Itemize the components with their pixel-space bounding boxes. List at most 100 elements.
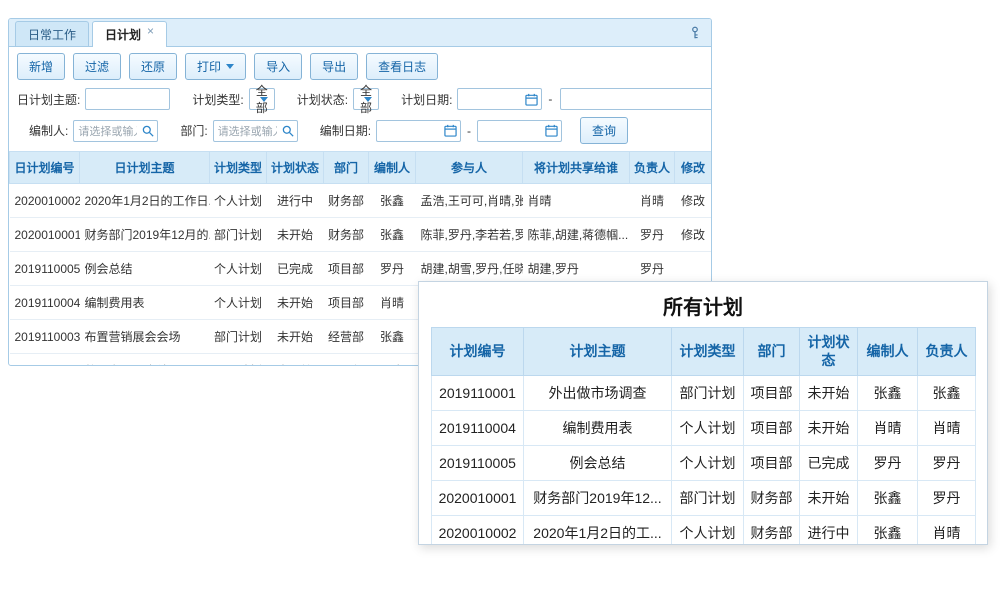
plan-id-link[interactable]: 2020010002 bbox=[10, 184, 80, 218]
filter-button[interactable]: 过滤 bbox=[73, 53, 121, 80]
plan-type-cell: 个人计划 bbox=[672, 446, 744, 481]
type-select[interactable]: 全部 bbox=[249, 88, 275, 110]
share-with-cell: 肖晴 bbox=[523, 184, 630, 218]
add-button[interactable]: 新增 bbox=[17, 53, 65, 80]
key-icon[interactable] bbox=[688, 26, 702, 45]
table-row[interactable]: 2020010002 2020年1月2日的工作日... 个人计划 进行中 财务部… bbox=[10, 184, 712, 218]
plan-subject-cell: 财务部门2019年12... bbox=[524, 481, 672, 516]
table-row[interactable]: 2019110005 例会总结 个人计划 项目部 已完成 罗丹 罗丹 bbox=[432, 446, 976, 481]
plan-status-cell: 未开始 bbox=[267, 218, 324, 252]
range-dash: - bbox=[548, 92, 552, 106]
plan-subject-link[interactable]: 2020年1月2日的工作日... bbox=[80, 184, 210, 218]
dept-cell: 项目部 bbox=[744, 411, 800, 446]
plan-id-cell: 2019110001 bbox=[432, 376, 524, 411]
plan-subject-link[interactable]: 编制费用表 bbox=[80, 286, 210, 320]
query-button[interactable]: 查询 bbox=[580, 117, 628, 144]
export-button[interactable]: 导出 bbox=[310, 53, 358, 80]
plan-id-cell: 2019110005 bbox=[432, 446, 524, 481]
col-plan-id: 日计划编号 bbox=[10, 152, 80, 184]
view-log-button[interactable]: 查看日志 bbox=[366, 53, 438, 80]
plan-status-cell: 未开始 bbox=[800, 376, 858, 411]
plan-subject-link[interactable]: 例会总结 bbox=[80, 252, 210, 286]
plan-id-link[interactable]: 2019110005 bbox=[10, 252, 80, 286]
dept-cell: 财务部 bbox=[744, 516, 800, 546]
plan-date-to-input[interactable] bbox=[560, 88, 712, 110]
table-row[interactable]: 2019110001 外出做市场调查 部门计划 项目部 未开始 张鑫 张鑫 bbox=[432, 376, 976, 411]
plan-subject-link[interactable]: 布置营销展会会场 bbox=[80, 320, 210, 354]
close-tab-icon[interactable]: × bbox=[147, 24, 154, 38]
participants-cell: 孟浩,王可可,肖晴,张鑫 bbox=[416, 184, 523, 218]
range-dash: - bbox=[467, 124, 471, 138]
table-row[interactable]: 2020010001 财务部门2019年12月的... 部门计划 未开始 财务部… bbox=[10, 218, 712, 252]
col-edit: 修改 bbox=[675, 152, 712, 184]
col-type: 计划类型 bbox=[210, 152, 267, 184]
col-creator: 编制人 bbox=[858, 328, 918, 376]
chevron-down-icon bbox=[364, 97, 372, 102]
plan-subject-link[interactable]: 财务部门2019年12月的... bbox=[80, 218, 210, 252]
creator-cell: 罗丹 bbox=[858, 446, 918, 481]
created-date-label: 编制日期: bbox=[320, 122, 371, 139]
owner-cell: 张鑫 bbox=[918, 376, 976, 411]
plan-type-cell: 个人计划 bbox=[210, 184, 267, 218]
plan-id-link[interactable]: 2020010001 bbox=[10, 218, 80, 252]
col-dept: 部门 bbox=[744, 328, 800, 376]
tab-daily-work[interactable]: 日常工作 bbox=[15, 21, 89, 46]
col-creator: 编制人 bbox=[369, 152, 416, 184]
plan-id-link[interactable]: 2019110002 bbox=[10, 354, 80, 367]
owner-link[interactable]: 肖晴 bbox=[630, 184, 675, 218]
plan-status-cell: 进行中 bbox=[800, 516, 858, 546]
owner-cell: 肖晴 bbox=[918, 516, 976, 546]
toolbar: 新增 过滤 还原 打印 导入 导出 查看日志 bbox=[9, 47, 711, 85]
plan-id-link[interactable]: 2019110003 bbox=[10, 320, 80, 354]
calendar-icon bbox=[545, 124, 558, 137]
plan-type-cell: 部门计划 bbox=[210, 218, 267, 252]
share-with-cell: 陈菲,胡建,蒋德帼... bbox=[523, 218, 630, 252]
plan-subject-cell: 例会总结 bbox=[524, 446, 672, 481]
import-button[interactable]: 导入 bbox=[254, 53, 302, 80]
col-owner: 负责人 bbox=[918, 328, 976, 376]
owner-cell: 罗丹 bbox=[918, 481, 976, 516]
col-owner: 负责人 bbox=[630, 152, 675, 184]
all-plans-table: 计划编号 计划主题 计划类型 部门 计划状态 编制人 负责人 201911000… bbox=[431, 327, 976, 545]
popup-title: 所有计划 bbox=[419, 282, 987, 327]
dept-label: 部门: bbox=[180, 122, 207, 139]
creator-cell: 张鑫 bbox=[858, 376, 918, 411]
calendar-icon bbox=[525, 93, 538, 106]
creator-cell: 肖晴 bbox=[369, 286, 416, 320]
creator-cell: 张鑫 bbox=[858, 481, 918, 516]
plan-status-cell: 未开始 bbox=[267, 286, 324, 320]
desktop: 日常工作 日计划 × 新增 过滤 还原 打印 bbox=[0, 0, 1000, 600]
chevron-down-icon bbox=[226, 64, 234, 69]
creator-label: 编制人: bbox=[29, 122, 68, 139]
subject-input[interactable] bbox=[85, 88, 170, 110]
dept-cell: 项目部 bbox=[744, 446, 800, 481]
owner-link[interactable]: 罗丹 bbox=[630, 218, 675, 252]
edit-link[interactable]: 修改 bbox=[675, 184, 712, 218]
col-status: 计划状态 bbox=[800, 328, 858, 376]
creator-cell: 肖晴 bbox=[858, 411, 918, 446]
header-row: 计划编号 计划主题 计划类型 部门 计划状态 编制人 负责人 bbox=[432, 328, 976, 376]
dept-cell: 项目部 bbox=[324, 286, 369, 320]
table-row[interactable]: 2020010002 2020年1月2日的工... 个人计划 财务部 进行中 张… bbox=[432, 516, 976, 546]
status-select[interactable]: 全部 bbox=[353, 88, 379, 110]
dept-cell: 项目部 bbox=[744, 376, 800, 411]
table-row[interactable]: 2020010001 财务部门2019年12... 部门计划 财务部 未开始 张… bbox=[432, 481, 976, 516]
search-icon bbox=[142, 125, 154, 137]
restore-button[interactable]: 还原 bbox=[129, 53, 177, 80]
plan-id-link[interactable]: 2019110004 bbox=[10, 286, 80, 320]
edit-link[interactable]: 修改 bbox=[675, 218, 712, 252]
table-row[interactable]: 2019110004 编制费用表 个人计划 项目部 未开始 肖晴 肖晴 bbox=[432, 411, 976, 446]
tab-label: 日计划 bbox=[105, 26, 141, 43]
chevron-down-icon bbox=[260, 97, 268, 102]
filter-row-2: 编制人: 部门: 编制日期: bbox=[17, 117, 703, 144]
tab-bar: 日常工作 日计划 × bbox=[9, 19, 711, 47]
tab-daily-plan[interactable]: 日计划 × bbox=[92, 21, 167, 47]
print-button[interactable]: 打印 bbox=[185, 53, 246, 80]
dept-cell: 财务部 bbox=[324, 218, 369, 252]
plan-type-cell: 个人计划 bbox=[210, 286, 267, 320]
plan-subject-link[interactable]: 整理市场调查结果 bbox=[80, 354, 210, 367]
dept-cell: 项目部 bbox=[324, 252, 369, 286]
plan-subject-cell: 外出做市场调查 bbox=[524, 376, 672, 411]
plan-id-cell: 2019110004 bbox=[432, 411, 524, 446]
plan-status-cell: 未开始 bbox=[267, 320, 324, 354]
